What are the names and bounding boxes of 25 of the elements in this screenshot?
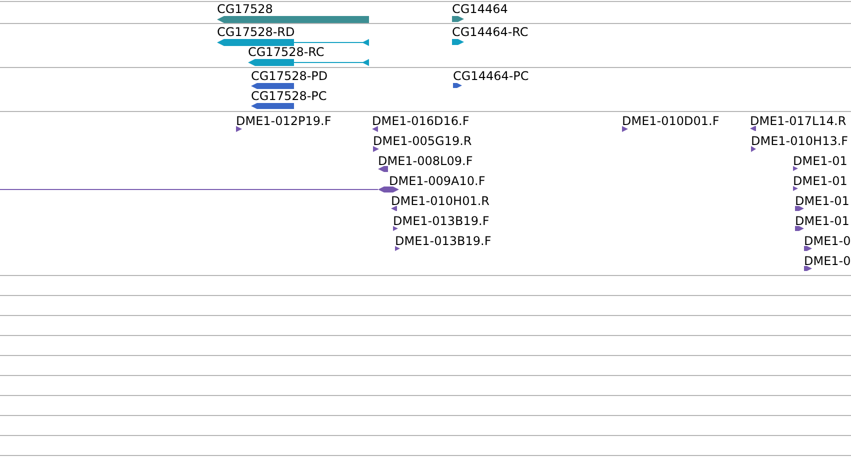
feature-label: DME1-010H01.R <box>391 194 490 208</box>
feature-label: CG14464-RC <box>452 25 528 39</box>
feature-label: DME1-008L09.F <box>378 154 473 168</box>
feature-label: CG17528-PD <box>251 69 328 83</box>
feature-label: CG14464 <box>452 2 508 16</box>
feature-label: DME1-016D16.F <box>372 114 470 128</box>
feature-label: DME1-005G19.R <box>373 134 472 148</box>
feature-label: CG17528-PC <box>251 89 327 103</box>
feature-label: DME1-010H13.F <box>751 134 848 148</box>
feature-label: DME1-010D01.F <box>622 114 720 128</box>
feature-label: DME1-01 <box>793 174 848 188</box>
feature-label: DME1-01 <box>795 214 850 228</box>
feature-label: DME1-009A10.F <box>389 174 486 188</box>
feature-label: DME1-01 <box>795 194 850 208</box>
feature-label: DME1-01 <box>793 154 848 168</box>
feature-label: CG17528 <box>217 2 273 16</box>
feature-label: DME1-0 <box>804 254 851 268</box>
feature-label: CG17528-RC <box>248 45 324 59</box>
feature-label: DME1-0 <box>804 234 851 248</box>
feature-label: DME1-013B19.F <box>393 214 490 228</box>
feature-label: DME1-013B19.F <box>395 234 492 248</box>
feature-label: CG14464-PC <box>453 69 529 83</box>
feature-label: DME1-017L14.R <box>750 114 846 128</box>
feature-label: DME1-012P19.F <box>236 114 332 128</box>
feature-label: CG17528-RD <box>217 25 295 39</box>
